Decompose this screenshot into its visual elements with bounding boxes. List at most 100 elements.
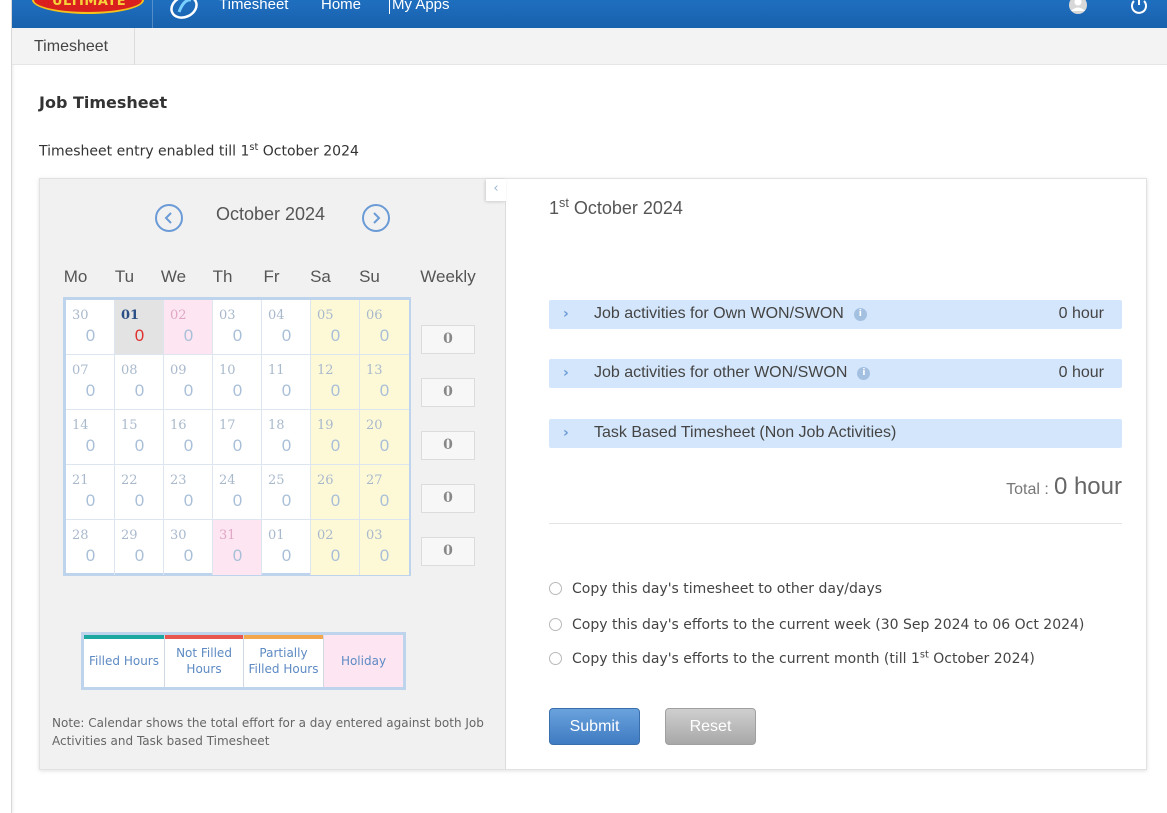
calendar-day-cell[interactable]: 16 0 <box>164 410 213 465</box>
calendar-day-hours: 0 <box>379 381 390 400</box>
submit-button[interactable]: Submit <box>549 708 640 745</box>
nav-my-apps-link[interactable]: My Apps <box>392 0 450 13</box>
legend-partially-filled-hours: Partially Filled Hours <box>244 635 324 687</box>
nav-home-link[interactable]: Home <box>321 0 361 13</box>
calendar-day-hours: 0 <box>379 491 390 510</box>
day-of-week-label: Tu <box>114 267 135 286</box>
info-icon[interactable]: i <box>857 367 871 380</box>
calendar-day-hours: 0 <box>232 381 243 400</box>
calendar-day-cell[interactable]: 01 0 <box>115 300 164 355</box>
calendar-day-cell[interactable]: 12 0 <box>311 355 360 410</box>
calendar-day-number: 04 <box>268 308 285 323</box>
calendar-day-number: 26 <box>317 473 334 488</box>
calendar-day-cell[interactable]: 30 0 <box>66 300 115 355</box>
calendar-day-cell[interactable]: 03 0 <box>213 300 262 355</box>
calendar-day-number: 28 <box>72 528 89 543</box>
calendar-day-cell[interactable]: 09 0 <box>164 355 213 410</box>
calendar-day-number: 31 <box>219 528 236 543</box>
entry-enabled-notice: Timesheet entry enabled till 1st October… <box>39 142 359 160</box>
collapse-panel-button[interactable]: ‹ <box>486 179 506 201</box>
option-copy-month[interactable]: Copy this day's efforts to the current m… <box>549 648 1035 667</box>
calendar-day-hours: 0 <box>330 436 341 455</box>
calendar-day-cell[interactable]: 15 0 <box>115 410 164 465</box>
weekly-total-box: 0 <box>421 431 475 460</box>
calendar-day-cell[interactable]: 19 0 <box>311 410 360 465</box>
user-icon[interactable] <box>1067 0 1089 16</box>
calendar-day-cell[interactable]: 25 0 <box>262 465 311 520</box>
calendar-day-cell[interactable]: 11 0 <box>262 355 311 410</box>
calendar-day-cell[interactable]: 29 0 <box>115 520 164 575</box>
calendar-day-hours: 0 <box>281 546 292 565</box>
chevron-right-icon: › <box>563 306 569 322</box>
calendar-day-number: 22 <box>121 473 138 488</box>
calendar-day-cell[interactable]: 28 0 <box>66 520 115 575</box>
calendar-day-cell[interactable]: 18 0 <box>262 410 311 465</box>
calendar-day-cell[interactable]: 08 0 <box>115 355 164 410</box>
reset-button[interactable]: Reset <box>665 708 756 745</box>
calendar-day-hours: 0 <box>85 546 96 565</box>
calendar-day-cell[interactable]: 21 0 <box>66 465 115 520</box>
company-logo[interactable]: ULTIMATE <box>32 0 144 14</box>
accordion-task-based[interactable]: › Task Based Timesheet (Non Job Activiti… <box>549 419 1122 448</box>
legend-color-bar <box>84 635 164 639</box>
accordion-own-won[interactable]: › Job activities for Own WON/SWON i 0 hou… <box>549 300 1122 329</box>
calendar-day-number: 06 <box>366 308 383 323</box>
calendar-day-cell[interactable]: 17 0 <box>213 410 262 465</box>
calendar-day-number: 16 <box>170 418 187 433</box>
calendar-day-cell[interactable]: 20 0 <box>360 410 409 465</box>
calendar-day-cell[interactable]: 10 0 <box>213 355 262 410</box>
calendar-day-cell[interactable]: 04 0 <box>262 300 311 355</box>
calendar-day-cell[interactable]: 02 0 <box>164 300 213 355</box>
calendar-day-hours: 0 <box>183 326 194 345</box>
calendar-day-cell[interactable]: 23 0 <box>164 465 213 520</box>
calendar-day-hours: 0 <box>85 491 96 510</box>
calendar-day-hours: 0 <box>330 491 341 510</box>
calendar-day-cell[interactable]: 02 0 <box>311 520 360 575</box>
prev-month-button[interactable] <box>155 204 183 232</box>
calendar-day-cell[interactable]: 27 0 <box>360 465 409 520</box>
calendar-day-cell[interactable]: 31 0 <box>213 520 262 575</box>
calendar-day-hours: 0 <box>183 491 194 510</box>
calendar-day-number: 17 <box>219 418 236 433</box>
chevron-left-icon <box>164 212 172 224</box>
page-title: Job Timesheet <box>39 93 168 112</box>
calendar-day-number: 03 <box>366 528 383 543</box>
power-icon[interactable] <box>1128 0 1150 16</box>
copy-week-radio[interactable] <box>549 618 562 631</box>
calendar-day-number: 21 <box>72 473 89 488</box>
calendar-day-cell[interactable]: 14 0 <box>66 410 115 465</box>
calendar-day-number: 01 <box>268 528 285 543</box>
calendar-day-number: 10 <box>219 363 236 378</box>
copy-month-radio[interactable] <box>549 652 562 665</box>
day-of-week-label: Fr <box>263 267 280 286</box>
calendar-day-cell[interactable]: 22 0 <box>115 465 164 520</box>
calendar-day-cell[interactable]: 05 0 <box>311 300 360 355</box>
calendar-day-number: 09 <box>170 363 187 378</box>
calendar-day-cell[interactable]: 01 0 <box>262 520 311 575</box>
calendar-day-hours: 0 <box>281 491 292 510</box>
calendar-day-cell[interactable]: 07 0 <box>66 355 115 410</box>
next-month-button[interactable] <box>362 204 390 232</box>
accordion-other-won[interactable]: › Job activities for other WON/SWON i 0 h… <box>549 359 1122 388</box>
calendar-day-hours: 0 <box>134 326 145 345</box>
calendar-day-cell[interactable]: 30 0 <box>164 520 213 575</box>
calendar-day-hours: 0 <box>85 326 96 345</box>
weekly-total-box: 0 <box>421 325 475 354</box>
calendar-day-cell[interactable]: 26 0 <box>311 465 360 520</box>
calendar-day-hours: 0 <box>134 546 145 565</box>
calendar-day-cell[interactable]: 13 0 <box>360 355 409 410</box>
calendar-day-cell[interactable]: 06 0 <box>360 300 409 355</box>
nav-divider <box>152 0 153 28</box>
calendar-day-cell[interactable]: 03 0 <box>360 520 409 575</box>
option-copy-day[interactable]: Copy this day's timesheet to other day/d… <box>549 578 882 597</box>
info-icon[interactable]: i <box>853 308 867 321</box>
chevron-left-icon: ‹ <box>493 181 499 196</box>
nav-app-name[interactable]: Timesheet <box>219 0 288 13</box>
calendar-day-hours: 0 <box>330 546 341 565</box>
chevron-right-icon: › <box>563 365 569 381</box>
tab-timesheet[interactable]: Timesheet <box>12 28 135 65</box>
calendar-day-cell[interactable]: 24 0 <box>213 465 262 520</box>
calendar-day-hours: 0 <box>281 326 292 345</box>
copy-day-radio[interactable] <box>549 582 562 595</box>
option-copy-week[interactable]: Copy this day's efforts to the current w… <box>549 614 1084 633</box>
